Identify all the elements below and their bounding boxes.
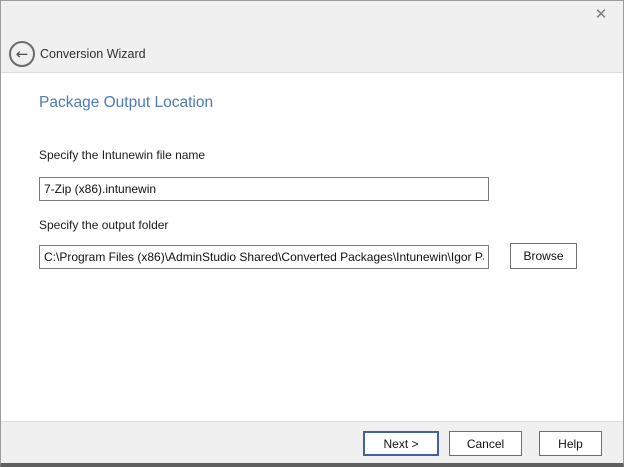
cancel-button[interactable]: Cancel	[449, 431, 522, 456]
wizard-footer: Next > Cancel Help	[1, 421, 623, 464]
close-icon[interactable]: ✕	[590, 4, 612, 26]
wizard-header: ✕ ← Conversion Wizard	[1, 1, 623, 73]
browse-button[interactable]: Browse	[510, 243, 577, 269]
back-arrow-icon: ←	[16, 45, 29, 63]
output-folder-input[interactable]	[39, 245, 489, 269]
page-title: Package Output Location	[39, 94, 213, 112]
back-button[interactable]: ←	[9, 41, 35, 67]
next-button[interactable]: Next >	[363, 431, 439, 456]
intunewin-file-name-label: Specify the Intunewin file name	[39, 148, 205, 162]
conversion-wizard-dialog: ✕ ← Conversion Wizard Package Output Loc…	[0, 0, 624, 467]
output-folder-label: Specify the output folder	[39, 218, 168, 232]
intunewin-file-name-input[interactable]	[39, 177, 489, 201]
help-button[interactable]: Help	[539, 431, 602, 456]
wizard-title: Conversion Wizard	[40, 47, 146, 61]
